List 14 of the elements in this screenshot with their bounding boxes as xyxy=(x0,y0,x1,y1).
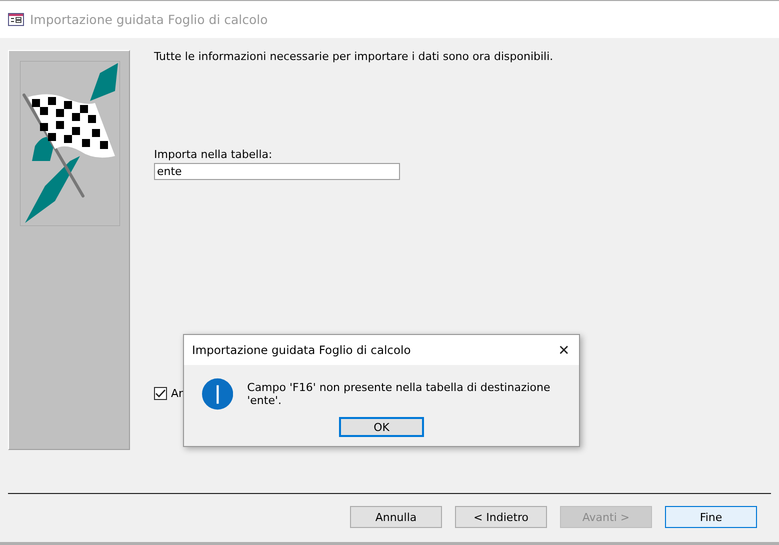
info-icon xyxy=(202,378,234,410)
intro-text: Tutte le informazioni necessarie per importare i dati sono ora disponibili. xyxy=(154,50,554,64)
wizard-button[interactable]: Annulla xyxy=(350,506,442,528)
table-name-field[interactable]: ente xyxy=(154,163,400,180)
wizard-button[interactable]: < Indietro xyxy=(455,506,547,528)
dialog-message: Campo 'F16' non presente nella tabella di destinazione 'ente'. xyxy=(247,381,552,407)
window-title: Importazione guidata Foglio di calcolo xyxy=(30,12,268,27)
checkbox[interactable] xyxy=(154,387,167,400)
form-icon xyxy=(8,13,24,26)
close-button[interactable]: ✕ xyxy=(549,336,579,364)
wizard-button[interactable]: Fine xyxy=(665,506,757,528)
field-label: Importa nella tabella: xyxy=(154,148,274,161)
ok-button[interactable]: OK xyxy=(339,417,424,437)
dialog-title: Importazione guidata Foglio di calcolo xyxy=(192,343,411,357)
